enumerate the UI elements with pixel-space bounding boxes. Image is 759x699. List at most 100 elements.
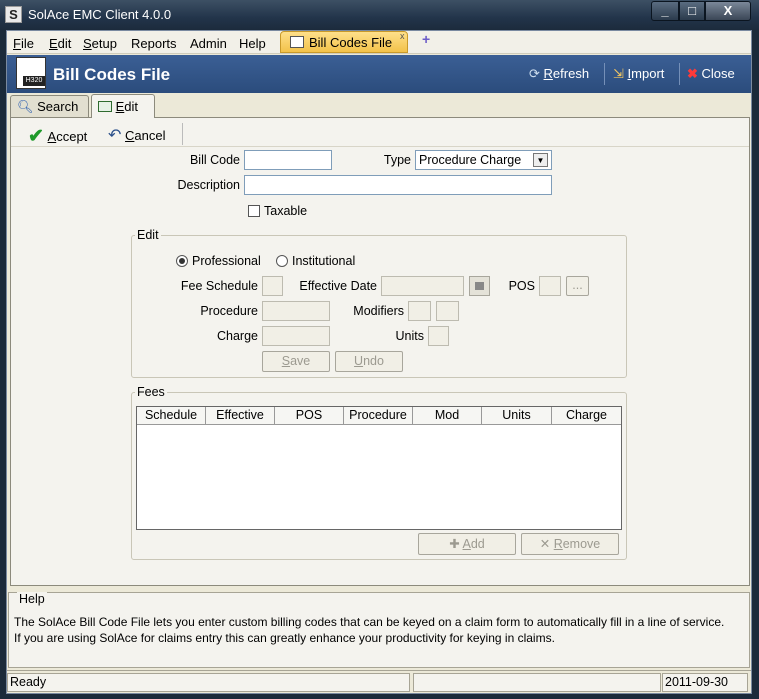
save-button[interactable]: Save xyxy=(262,351,330,372)
close-module-button[interactable]: ✖ Close xyxy=(687,66,735,82)
import-label: mport xyxy=(631,66,665,81)
tab-edit-mnemonic: E xyxy=(115,99,125,114)
modifiers-label: Modifiers xyxy=(353,304,404,318)
column-header-units[interactable]: Units xyxy=(482,407,552,425)
x-icon: ✕ xyxy=(539,537,551,551)
tab-search-content: 🔍︎ Search xyxy=(17,99,78,115)
add-fee-button[interactable]: ✚ Add xyxy=(418,533,516,555)
units-input[interactable] xyxy=(428,326,449,346)
effective-date-label: Effective Date xyxy=(299,279,377,293)
import-button[interactable]: ⇲ Import xyxy=(613,66,664,82)
maximize-button[interactable]: □ xyxy=(679,1,705,21)
bill-code-label: Bill Code xyxy=(189,153,240,167)
taxable-checkbox[interactable] xyxy=(248,205,260,217)
plus-icon: ✚ xyxy=(449,537,460,551)
pos-input[interactable] xyxy=(539,276,561,296)
document-tab-close-icon[interactable]: x xyxy=(400,31,405,41)
menu-setup[interactable]: Setup xyxy=(83,36,117,51)
help-panel: Help The SolAce Bill Code File lets you … xyxy=(8,592,750,668)
column-header-procedure[interactable]: Procedure xyxy=(344,407,413,425)
add-label: dd xyxy=(470,537,485,551)
column-header-mod[interactable]: Mod xyxy=(413,407,482,425)
header-divider xyxy=(679,63,680,85)
refresh-button[interactable]: ⟳ Refresh xyxy=(529,66,589,82)
remove-label: emove xyxy=(562,537,601,551)
save-mnemonic: S xyxy=(281,354,291,368)
accept-button[interactable]: ✔ Accept xyxy=(28,124,87,147)
accept-label: ccept xyxy=(56,129,88,144)
edit-group-title: Edit xyxy=(135,228,161,242)
fee-schedule-label: Fee Schedule xyxy=(180,279,258,293)
remove-fee-button[interactable]: ✕ Remove xyxy=(521,533,619,555)
menu-admin[interactable]: Admin xyxy=(190,36,227,51)
header-divider xyxy=(604,63,605,85)
app-logo-icon: S xyxy=(5,6,22,23)
fees-group-title: Fees xyxy=(135,385,167,399)
new-tab-plus-icon[interactable]: + xyxy=(422,31,430,47)
cancel-button[interactable]: ↶ Cancel xyxy=(108,125,166,145)
column-header-effective[interactable]: Effective xyxy=(206,407,275,425)
toolbar-divider xyxy=(182,123,183,145)
printer-icon xyxy=(290,36,304,48)
remove-mnemonic: R xyxy=(553,537,563,551)
type-select-value: Procedure Charge xyxy=(419,153,522,167)
page-title: Bill Codes File xyxy=(53,65,171,84)
undo-arrow-icon: ↶ xyxy=(108,127,122,144)
status-message: Ready xyxy=(7,673,410,692)
tab-edit[interactable]: Edit xyxy=(91,94,155,118)
search-icon: 🔍︎ xyxy=(17,99,34,114)
fee-schedule-input[interactable] xyxy=(262,276,283,296)
description-input[interactable] xyxy=(244,175,552,195)
column-header-charge[interactable]: Charge xyxy=(552,407,621,425)
description-label: Description xyxy=(177,178,240,192)
document-tab-bill-codes[interactable]: Bill Codes File x xyxy=(280,31,408,53)
window-title: SolAce EMC Client 4.0.0 xyxy=(28,7,172,22)
refresh-label: efresh xyxy=(552,66,590,81)
document-icon: H320 xyxy=(16,57,46,89)
menu-help[interactable]: Help xyxy=(239,36,266,51)
pos-lookup-button[interactable]: ... xyxy=(566,276,589,296)
help-title: Help xyxy=(17,592,47,606)
undo-button[interactable]: Undo xyxy=(335,351,403,372)
help-text-line1: The SolAce Bill Code File lets you enter… xyxy=(14,615,725,629)
fees-table[interactable]: Schedule Effective POS Procedure Mod Uni… xyxy=(136,406,622,530)
refresh-mnemonic: R xyxy=(543,66,553,81)
institutional-radio[interactable] xyxy=(276,255,288,267)
charge-input[interactable] xyxy=(262,326,330,346)
menu-edit-label: dit xyxy=(57,36,72,51)
cancel-mnemonic: C xyxy=(125,128,135,143)
menu-reports[interactable]: Reports xyxy=(131,36,177,51)
menu-file[interactable]: File xyxy=(13,36,34,51)
document-icon-badge: H320 xyxy=(23,76,45,86)
charge-label: Charge xyxy=(217,329,258,343)
minimize-button[interactable]: _ xyxy=(651,1,679,21)
procedure-input[interactable] xyxy=(262,301,330,321)
bill-code-input[interactable] xyxy=(244,150,332,170)
chevron-down-icon[interactable]: ▼ xyxy=(533,153,548,167)
type-select[interactable]: Procedure Charge ▼ xyxy=(415,150,552,170)
tab-edit-content: Edit xyxy=(98,99,138,114)
status-bar: Ready 2011-09-30 xyxy=(7,670,751,693)
modifier-2-input[interactable] xyxy=(436,301,459,321)
menu-file-label: ile xyxy=(20,36,34,51)
save-label: ave xyxy=(290,354,311,368)
institutional-label: Institutional xyxy=(292,254,356,268)
window-close-button[interactable]: X xyxy=(705,1,751,21)
calendar-button[interactable] xyxy=(469,276,490,296)
import-icon: ⇲ xyxy=(613,66,624,81)
accept-mnemonic: A xyxy=(47,129,57,144)
taxable-label: Taxable xyxy=(264,204,308,218)
refresh-icon: ⟳ xyxy=(529,66,540,81)
column-header-schedule[interactable]: Schedule xyxy=(137,407,206,425)
effective-date-input[interactable] xyxy=(381,276,464,296)
help-text-line2: If you are using SolAce for claims entry… xyxy=(14,631,555,645)
undo-mnemonic: U xyxy=(354,354,364,368)
module-header: H320 Bill Codes File ⟳ Refresh ⇲ Import … xyxy=(7,55,751,93)
modifier-1-input[interactable] xyxy=(408,301,431,321)
tab-search[interactable]: 🔍︎ Search xyxy=(10,95,89,117)
menu-edit[interactable]: Edit xyxy=(49,36,71,51)
type-label: Type xyxy=(383,153,411,167)
professional-radio[interactable] xyxy=(176,255,188,267)
column-header-pos[interactable]: POS xyxy=(275,407,344,425)
pos-label: POS xyxy=(508,279,535,293)
